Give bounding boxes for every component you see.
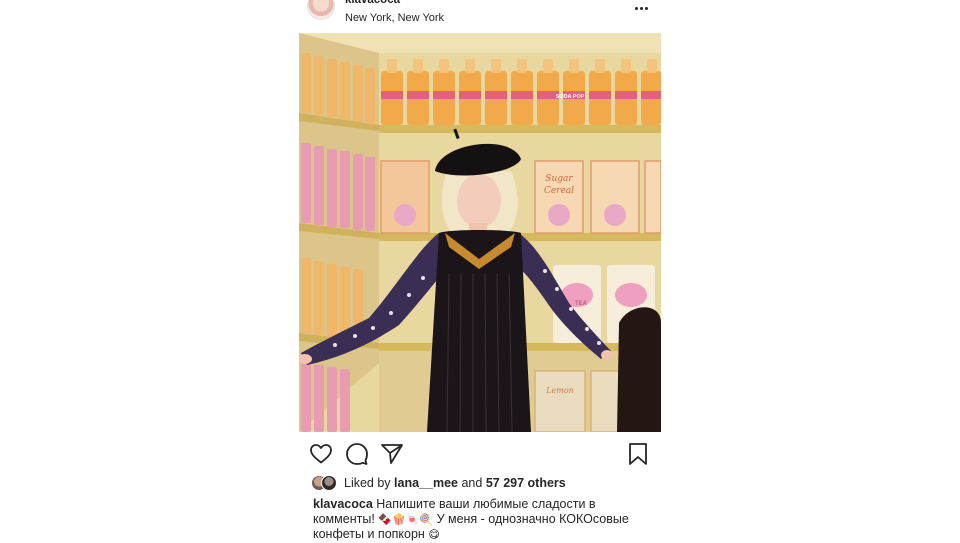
caption-emoji-2: 😋 [428,529,440,541]
caption-username[interactable]: klavacoca [313,497,373,511]
soda-label: SODA POP [556,94,585,100]
likes-middle: and [461,476,483,490]
tea-label: TEA [575,301,588,307]
send-icon[interactable] [380,442,404,466]
post-actions-bar [299,438,661,468]
cereal-label-bottom: Cereal [544,186,574,196]
post-header: klavacoca New York, New York [299,0,661,30]
author-username[interactable]: klavacoca [345,0,400,6]
likes-count[interactable]: 57 297 others [486,476,566,490]
post-photo[interactable]: SODA POP Sugar Cereal TEA Lemon [299,33,661,432]
instagram-post: klavacoca New York, New York SODA POP Su… [299,0,661,543]
caption-emoji-1: 🍫🍿🍬🍭 [378,513,434,526]
cereal-label-top: Sugar [545,174,573,184]
heart-icon[interactable] [309,442,333,466]
post-caption: klavacoca Напишите ваши любимые сладости… [313,497,653,543]
bookmark-icon[interactable] [626,442,650,466]
photo-illustration: SODA POP Sugar Cereal TEA Lemon [299,33,661,432]
liker-username[interactable]: lana__mee [394,476,458,490]
comment-icon[interactable] [345,442,369,466]
liker-avatar [321,475,337,491]
likes-row: Liked by lana__mee and 57 297 others [311,474,651,492]
more-options-icon[interactable] [633,2,649,14]
likes-summary: Liked by lana__mee and 57 297 others [344,476,566,490]
author-avatar[interactable] [307,0,335,20]
liker-avatars[interactable] [311,474,341,492]
likes-prefix: Liked by [344,476,391,490]
post-location[interactable]: New York, New York [345,12,444,24]
